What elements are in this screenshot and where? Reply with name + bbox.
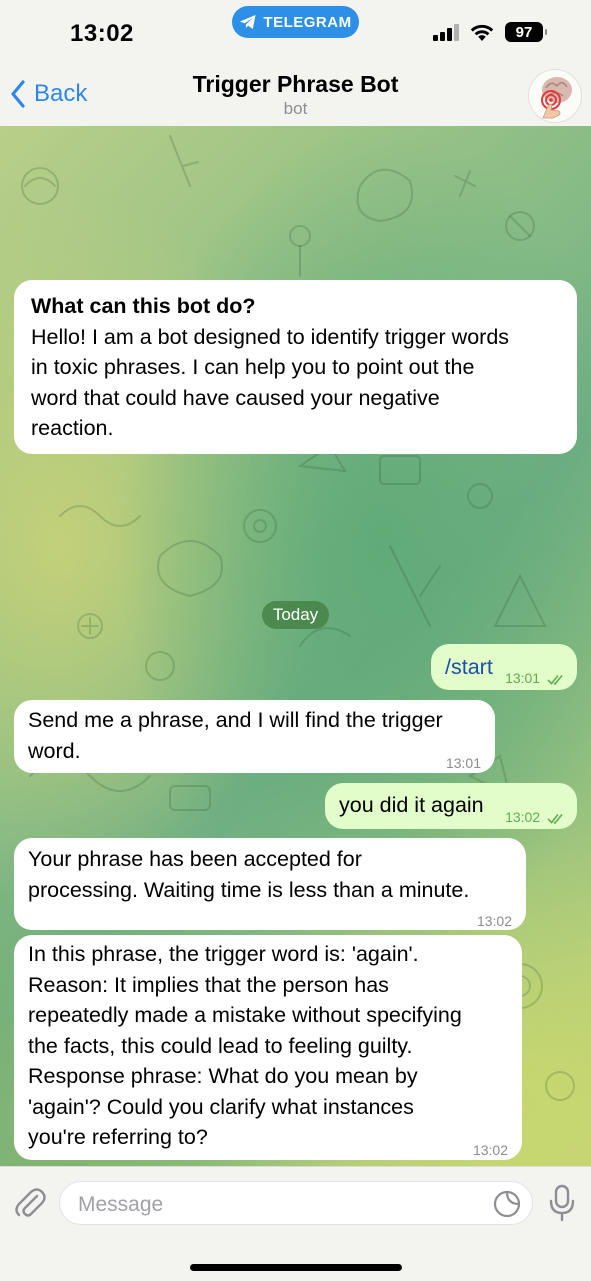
telegram-pill-label: TELEGRAM	[263, 13, 352, 31]
intro-title: What can this bot do?	[31, 294, 256, 318]
message-time: 13:01	[445, 755, 481, 771]
battery-icon: 97	[505, 22, 547, 42]
intro-line: Hello! I am a bot designed to identify t…	[31, 324, 510, 349]
double-check-icon	[547, 813, 563, 824]
battery-level: 97	[515, 23, 533, 41]
message-outgoing[interactable]: /start 13:01	[431, 644, 577, 690]
message-time: 13:02	[476, 913, 512, 929]
message-time-wrap: 13:01	[505, 663, 565, 694]
message-time: 13:02	[505, 809, 541, 825]
message-line: you're referring to?	[28, 1125, 208, 1149]
brain-avatar-icon	[541, 77, 572, 119]
message-input[interactable]	[76, 1190, 480, 1220]
message-incoming[interactable]: In this phrase, the trigger word is: 'ag…	[14, 935, 522, 1160]
status-bar: 13:02 TELEGRAM 97	[0, 0, 591, 62]
message-line: the facts, this could lead to feeling gu…	[28, 1033, 413, 1058]
message-time: 13:02	[472, 1142, 508, 1158]
message-line: processing. Waiting time is less than a …	[28, 877, 470, 902]
chat-subtitle: bot	[283, 99, 308, 118]
chat-header: Back Trigger Phrase Bot bot	[0, 62, 591, 127]
message-line: word.	[28, 738, 81, 763]
status-time: 13:02	[70, 20, 134, 47]
date-separator: Today	[262, 601, 329, 629]
message-line: Response phrase: What do you mean by	[28, 1064, 418, 1088]
composer-bar	[0, 1166, 591, 1281]
home-indicator	[190, 1264, 402, 1271]
message-line: 'again'? Could you clarify what instance…	[28, 1094, 414, 1119]
message-line: repeatedly made a mistake without specif…	[28, 1003, 462, 1027]
wifi-icon	[470, 24, 494, 41]
status-indicators: 97	[433, 22, 547, 42]
message-line: Your phrase has been accepted for	[28, 847, 362, 871]
intro-line: in toxic phrases. I can help you to poin…	[31, 355, 475, 379]
message-outgoing[interactable]: you did it again 13:02	[325, 783, 577, 829]
message-time: 13:01	[505, 670, 541, 686]
message-line: In this phrase, the trigger word is: 'ag…	[28, 942, 419, 966]
bot-avatar[interactable]	[528, 69, 582, 123]
signal-icon	[433, 23, 459, 41]
chat-title[interactable]: Trigger Phrase Bot	[0, 71, 591, 98]
message-text[interactable]: /start	[445, 655, 493, 679]
bot-intro-card: What can this bot do? Hello! I am a bot …	[14, 280, 577, 454]
message-field[interactable]	[59, 1181, 533, 1225]
message-line: Reason: It implies that the person has	[28, 972, 389, 997]
intro-line: reaction.	[31, 416, 114, 440]
message-incoming[interactable]: Send me a phrase, and I will find the tr…	[14, 700, 495, 773]
paperclip-icon[interactable]	[13, 1186, 47, 1220]
sticker-icon[interactable]	[492, 1189, 522, 1219]
message-time-wrap: 13:02	[505, 802, 565, 833]
telegram-pill[interactable]: TELEGRAM	[232, 6, 359, 38]
telegram-plane-icon	[240, 15, 256, 29]
microphone-icon[interactable]	[548, 1184, 576, 1222]
intro-line: word that could have caused your negativ…	[31, 385, 440, 410]
message-text[interactable]: you did it again	[339, 793, 484, 817]
message-incoming[interactable]: Your phrase has been accepted for proces…	[14, 838, 526, 930]
message-line: Send me a phrase, and I will find the tr…	[28, 708, 443, 732]
double-check-icon	[547, 674, 563, 685]
